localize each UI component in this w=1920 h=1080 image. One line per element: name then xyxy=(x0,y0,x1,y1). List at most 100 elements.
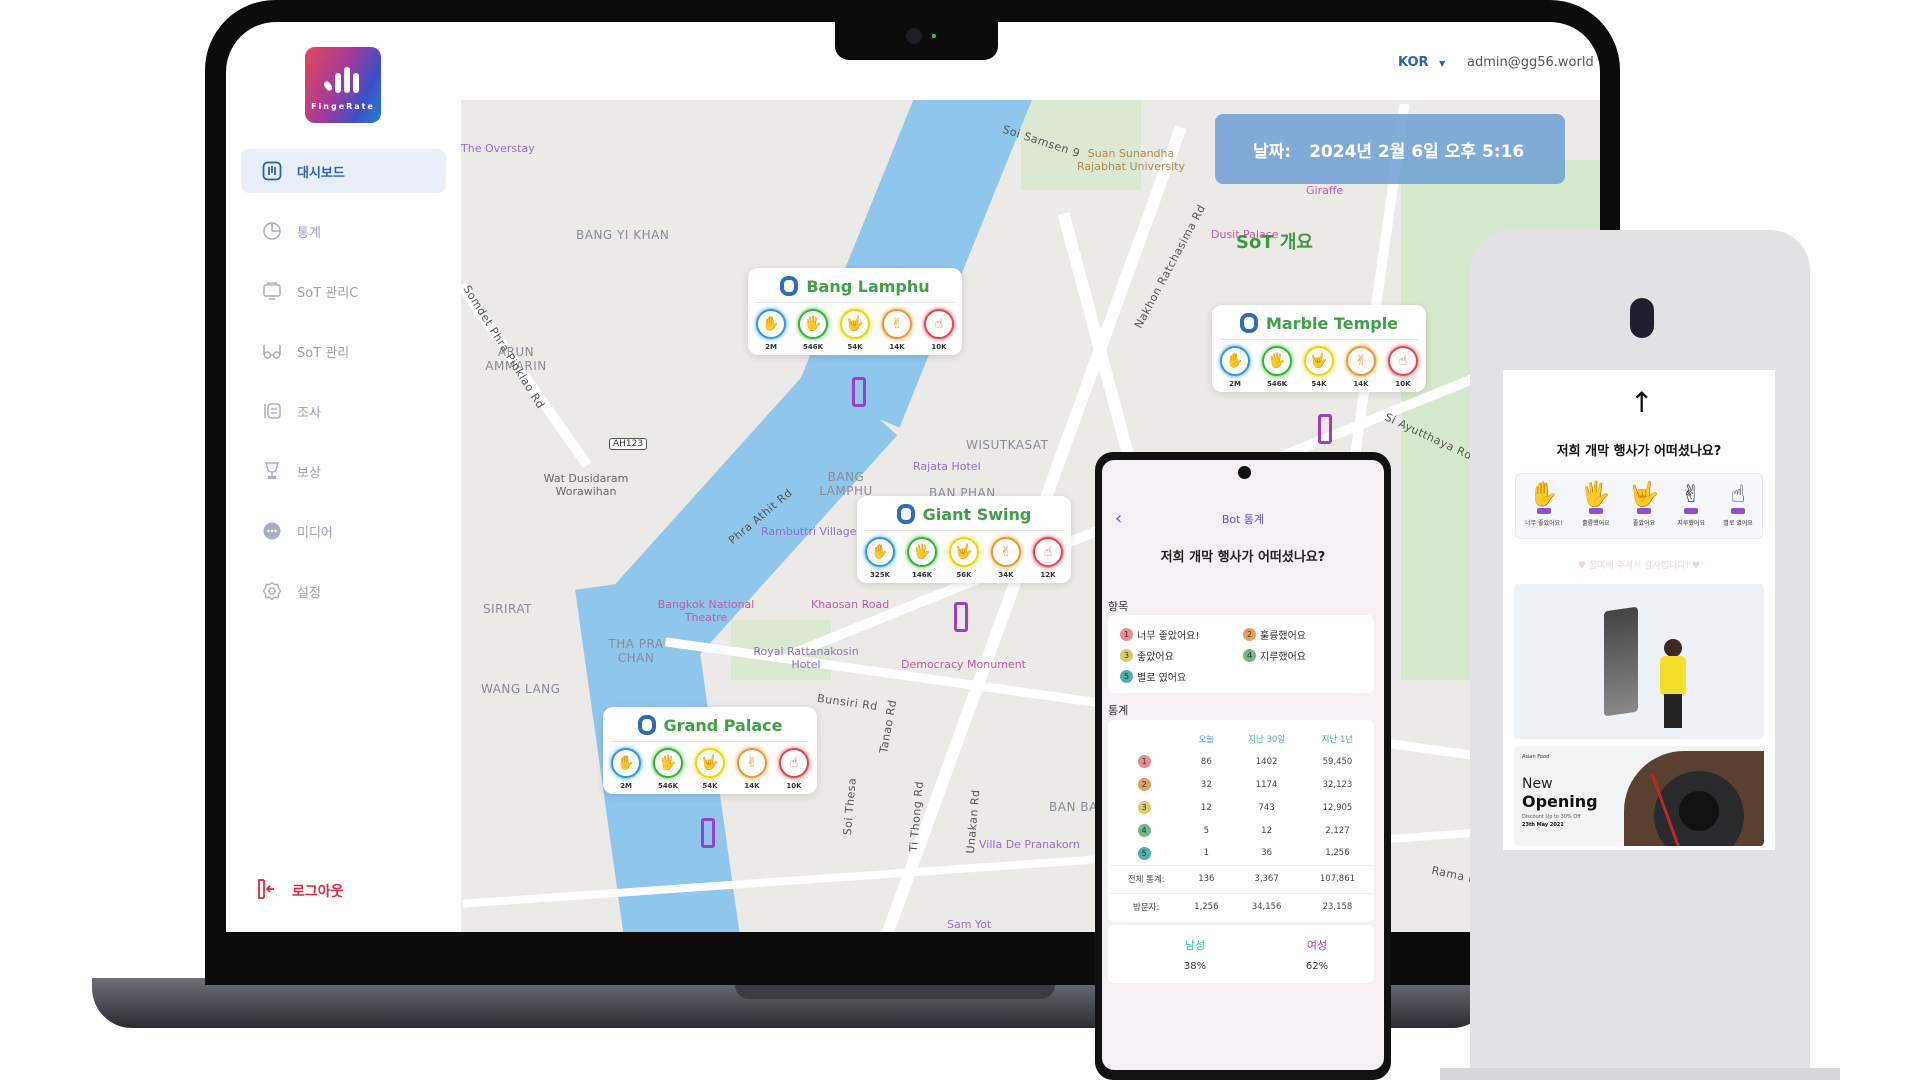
site-card-giant-swing[interactable]: Giant Swing ✋ 325K 🖐 146K 🤟 56K ✌ 34K ☝ 12K xyxy=(857,496,1071,583)
stats-header-row: 오늘 지난 30일 지난 1년 xyxy=(1110,728,1372,750)
trophy-icon xyxy=(261,460,283,482)
option-label: 지루했어요 xyxy=(1677,520,1705,527)
two-fingers-icon: ✌ xyxy=(991,537,1021,567)
kiosk-option-5[interactable]: ☝ 별로 였어요 xyxy=(1723,480,1753,538)
three-fingers-icon: 🤟 xyxy=(840,309,870,339)
sot-overview-title: SoT 개요 xyxy=(1236,232,1313,253)
site-name: Grand Palace xyxy=(663,715,783,735)
site-card-header: Marble Temple xyxy=(1220,313,1418,340)
kiosk-option-1[interactable]: ✋ 너무 좋았어요! xyxy=(1525,480,1562,538)
kiosk-option-2[interactable]: 🖐 훌륭했어요 xyxy=(1581,480,1611,538)
rating-count-item: 🖐 546K xyxy=(798,309,828,351)
rating-count-item: ☝ 10K xyxy=(779,748,809,790)
rating-count-item: ✋ 2M xyxy=(756,309,786,351)
app-logo[interactable]: FingeRate xyxy=(305,47,381,123)
logout-button[interactable]: 로그아웃 xyxy=(256,878,344,904)
map-poi[interactable]: Wat Dusidaram Worawihan xyxy=(541,472,631,498)
sidebar-item-statistics[interactable]: 통계 xyxy=(241,209,446,253)
rating-count-item: ✋ 325K xyxy=(865,537,895,579)
cell: 86 xyxy=(1200,756,1212,767)
road-badge: AH123 xyxy=(609,438,648,450)
kiosk-ad-banner[interactable]: Asian Food New Opening Discount Up to 30… xyxy=(1514,746,1764,846)
map-poi[interactable]: Bangkok National Theatre xyxy=(656,598,756,624)
kiosk-pin-icon[interactable] xyxy=(701,818,715,848)
ad-line3: Discount Up to 30% Off xyxy=(1522,814,1581,820)
site-marker-icon xyxy=(780,276,799,296)
map-poi[interactable]: Sam Yot xyxy=(947,918,991,931)
sidebar-item-label: 설정 xyxy=(297,585,321,601)
three-fingers-icon: 🤟 xyxy=(1629,480,1660,508)
logout-icon xyxy=(256,878,276,904)
rating-badge: 2 xyxy=(1137,778,1151,791)
camera-led xyxy=(932,34,936,38)
language-selector[interactable]: KOR ▼ xyxy=(1398,55,1445,70)
sidebar-item-label: 조사 xyxy=(297,405,321,421)
map-label: THA PRA CHAN xyxy=(608,637,664,665)
sidebar-item-sot-manage-c[interactable]: SoT 관리C xyxy=(241,269,446,313)
map-poi[interactable]: Suan Sunandha Rajabhat University xyxy=(1076,147,1186,173)
cell: 1402 xyxy=(1255,756,1278,767)
two-fingers-icon: ✌ xyxy=(1681,480,1702,508)
rating-badge: 3 xyxy=(1137,801,1151,814)
glasses-icon xyxy=(261,340,283,362)
cell: 107,861 xyxy=(1302,864,1372,893)
rating-count: 546K xyxy=(657,782,679,790)
map-poi[interactable]: Democracy Monument xyxy=(901,658,1026,671)
option-label: 너무 좋았어요! xyxy=(1525,520,1563,527)
map-label: WISUTKASAT xyxy=(966,438,1049,452)
sidebar-item-media[interactable]: 미디어 xyxy=(241,509,446,553)
user-email[interactable]: admin@gg56.world xyxy=(1467,55,1594,70)
items-heading: 항목 xyxy=(1108,600,1129,613)
map-poi[interactable]: Royal Rattanakosin Hotel xyxy=(751,645,861,671)
map-label: WANG LANG xyxy=(481,682,561,696)
kiosk-question: 저희 개막 행사가 어떠셨나요? xyxy=(1556,444,1722,459)
sidebar-item-survey[interactable]: 조사 xyxy=(241,389,446,433)
sidebar-item-rewards[interactable]: 보상 xyxy=(241,449,446,493)
survey-list-icon xyxy=(261,400,283,422)
rating-count-item: ✌ 14K xyxy=(1346,346,1376,388)
legend-item: 5 별로 였어요 xyxy=(1120,669,1186,684)
map-poi[interactable]: Rajata Hotel xyxy=(913,460,981,473)
rating-count-item: ✌ 34K xyxy=(991,537,1021,579)
map-poi[interactable]: Rambuttri Village xyxy=(761,525,856,538)
sidebar-item-dashboard[interactable]: 대시보드 xyxy=(241,149,446,193)
female-label: 여성 xyxy=(1306,939,1328,952)
kiosk-illustration xyxy=(1514,584,1764,739)
site-card-marble-temple[interactable]: Marble Temple ✋ 2M 🖐 546K 🤟 54K ✌ 14K ☝ 10K xyxy=(1212,305,1426,392)
map-poi[interactable]: Giraffe xyxy=(1306,184,1343,197)
legend-label: 훌륭했어요 xyxy=(1260,631,1306,642)
cell: 2,127 xyxy=(1325,825,1350,836)
kiosk-pin-icon[interactable] xyxy=(954,602,968,632)
cell: 1174 xyxy=(1255,779,1278,790)
option-label: 좋았어요 xyxy=(1633,520,1656,527)
kiosk-thanks: ♥ 참여해 주셔서 감사합니다! ♥ xyxy=(1577,561,1701,571)
table-row: 1 86 1402 59,450 xyxy=(1110,750,1372,773)
rating-count: 14K xyxy=(744,782,760,790)
kiosk-base xyxy=(1440,1068,1840,1080)
kiosk-option-3[interactable]: 🤟 좋았어요 xyxy=(1629,480,1659,538)
four-fingers-icon: 🖐 xyxy=(653,748,683,778)
map-poi[interactable]: The Overstay xyxy=(461,142,535,155)
rating-count: 546K xyxy=(1266,380,1288,388)
male-value: 38% xyxy=(1183,961,1207,972)
sidebar-item-settings[interactable]: 설정 xyxy=(241,569,446,613)
rating-count: 54K xyxy=(702,782,718,790)
rating-count-item: 🤟 54K xyxy=(1304,346,1334,388)
sidebar-item-sot-manage[interactable]: SoT 관리 xyxy=(241,329,446,373)
kiosk-pin-icon[interactable] xyxy=(1318,414,1332,444)
site-card-header: Bang Lamphu xyxy=(756,276,954,303)
total-label: 전체 통계: xyxy=(1110,864,1183,893)
four-fingers-icon: 🖐 xyxy=(1262,346,1292,376)
site-rating-row: ✋ 325K 🖐 146K 🤟 56K ✌ 34K ☝ 12K xyxy=(865,537,1063,579)
map-poi[interactable]: Khaosan Road xyxy=(811,598,889,611)
cell: 32 xyxy=(1200,779,1212,790)
site-card-bang-lamphu[interactable]: Bang Lamphu ✋ 2M 🖐 546K 🤟 54K ✌ 14K ☝ 10K xyxy=(748,268,962,355)
three-fingers-icon: 🤟 xyxy=(949,537,979,567)
rating-count-item: ☝ 10K xyxy=(924,309,954,351)
kiosk-option-4[interactable]: ✌ 지루했어요 xyxy=(1677,480,1705,538)
map-poi[interactable]: Villa De Pranakorn xyxy=(979,838,1080,851)
two-fingers-icon: ✌ xyxy=(882,309,912,339)
kiosk-pin-icon[interactable] xyxy=(852,377,866,407)
one-finger-icon: ☝ xyxy=(924,309,954,339)
site-card-grand-palace[interactable]: Grand Palace ✋ 2M 🖐 546K 🤟 54K ✌ 14K ☝ 10K xyxy=(603,707,817,794)
